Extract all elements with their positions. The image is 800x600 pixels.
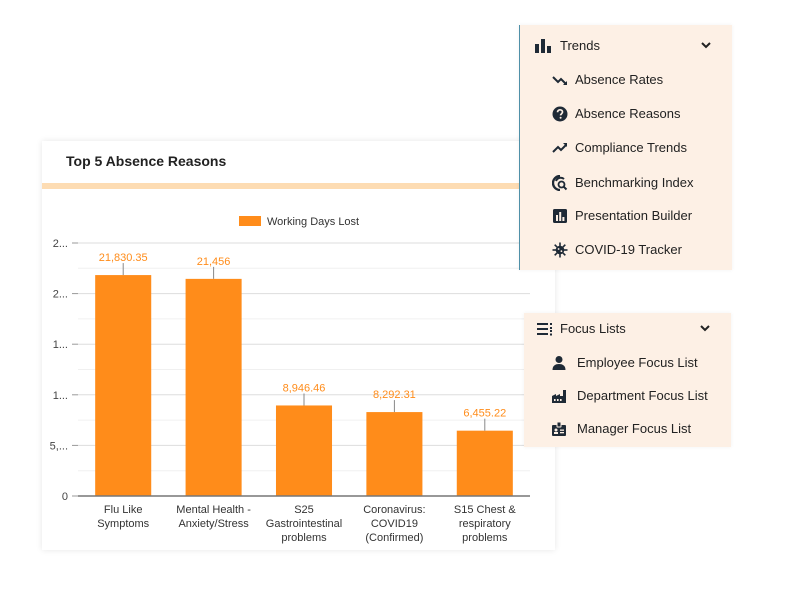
- trends-menu-title: Trends: [560, 38, 600, 53]
- legend[interactable]: Working Days Lost: [239, 216, 359, 228]
- menu-item-label: Absence Reasons: [575, 106, 681, 121]
- focus-lists-menu-title: Focus Lists: [560, 321, 626, 336]
- menu-item-employee-focus-list[interactable]: Employee Focus List: [524, 350, 731, 376]
- x-tick-label: (Confirmed): [365, 532, 423, 544]
- trends-menu-panel: Trends Absence Rates Absence Reasons Com…: [519, 25, 732, 270]
- x-tick-label: S15 Chest &: [454, 504, 516, 516]
- x-tick-label: Flu Like: [104, 504, 143, 516]
- list-icon: [537, 323, 552, 336]
- menu-item-covid-tracker[interactable]: COVID-19 Tracker: [520, 237, 732, 263]
- legend-swatch: [239, 216, 261, 226]
- bar: [456, 430, 513, 496]
- x-tick-label: Coronavirus:: [363, 504, 425, 516]
- menu-item-label: Benchmarking Index: [575, 175, 694, 190]
- trends-menu-header[interactable]: Trends: [520, 33, 732, 59]
- data-label: 8,292.31: [373, 389, 416, 401]
- data-label: 8,946.46: [283, 382, 326, 394]
- menu-item-label: Employee Focus List: [577, 355, 698, 370]
- data-labels: 21,830.35 21,456 8,946.46 8,292.31 6,455.22: [99, 252, 506, 431]
- y-tick-label: 2...: [53, 238, 68, 250]
- x-tick-label: S25: [294, 504, 314, 516]
- presentation-chart-icon: [553, 209, 567, 223]
- focus-lists-menu-header[interactable]: Focus Lists: [524, 316, 731, 342]
- benchmark-search-icon: [552, 175, 568, 191]
- y-tick-label: 2...: [53, 289, 68, 301]
- x-tick-label: problems: [462, 532, 508, 544]
- data-label: 21,456: [197, 256, 231, 268]
- focus-lists-menu-panel: Focus Lists Employee Focus List Departme…: [524, 313, 731, 447]
- menu-item-absence-rates[interactable]: Absence Rates: [520, 67, 732, 93]
- x-axis-ticks: Flu Like Symptoms Mental Health - Anxiety/S…: [97, 504, 516, 544]
- virus-icon: [552, 242, 568, 258]
- y-axis-ticks: 0 5,... 1... 1... 2... 2...: [50, 238, 78, 503]
- trend-up-icon: [552, 143, 567, 153]
- x-tick-label: Symptoms: [97, 518, 149, 530]
- menu-item-label: Presentation Builder: [575, 208, 693, 223]
- menu-item-label: Absence Rates: [575, 72, 664, 87]
- menu-item-compliance-trends[interactable]: Compliance Trends: [520, 135, 732, 161]
- bar-chart-icon: [535, 39, 551, 53]
- x-tick-label: problems: [281, 532, 327, 544]
- menu-item-manager-focus-list[interactable]: Manager Focus List: [524, 416, 731, 442]
- bar-chart: 0 5,... 1... 1... 2... 2... Working Days Lost…: [50, 216, 530, 544]
- legend-label: Working Days Lost: [267, 216, 359, 228]
- bar: [185, 278, 242, 496]
- x-tick-label: COVID19: [371, 518, 418, 530]
- data-label: 21,830.35: [99, 252, 148, 264]
- chart-card: Top 5 Absence Reasons 0 5,... 1... 1... 2...…: [42, 141, 555, 550]
- id-badge-icon: [552, 421, 566, 436]
- bar: [275, 405, 333, 496]
- menu-item-department-focus-list[interactable]: Department Focus List: [524, 383, 731, 409]
- user-icon: [552, 356, 566, 370]
- trend-down-icon: [552, 76, 567, 85]
- question-circle-icon: [552, 106, 568, 122]
- menu-item-label: Manager Focus List: [577, 421, 692, 436]
- data-label: 6,455.22: [463, 408, 506, 420]
- y-tick-label: 5,...: [50, 440, 68, 452]
- bar: [366, 412, 423, 496]
- menu-item-absence-reasons[interactable]: Absence Reasons: [520, 101, 732, 127]
- chevron-down-icon[interactable]: [700, 39, 712, 51]
- menu-item-benchmarking-index[interactable]: Benchmarking Index: [520, 170, 732, 196]
- y-tick-label: 1...: [53, 390, 68, 402]
- bar: [95, 275, 152, 496]
- x-tick-label: respiratory: [459, 518, 511, 530]
- x-tick-label: Gastrointestinal: [266, 518, 342, 530]
- x-tick-label: Mental Health -: [176, 504, 251, 516]
- y-tick-label: 0: [62, 491, 68, 503]
- menu-item-label: COVID-19 Tracker: [575, 242, 682, 257]
- chevron-down-icon[interactable]: [699, 322, 711, 334]
- menu-item-label: Compliance Trends: [575, 140, 687, 155]
- menu-item-label: Department Focus List: [577, 388, 708, 403]
- industry-icon: [552, 390, 566, 403]
- y-tick-label: 1...: [53, 339, 68, 351]
- x-tick-label: Anxiety/Stress: [178, 518, 249, 530]
- menu-item-presentation-builder[interactable]: Presentation Builder: [520, 203, 732, 229]
